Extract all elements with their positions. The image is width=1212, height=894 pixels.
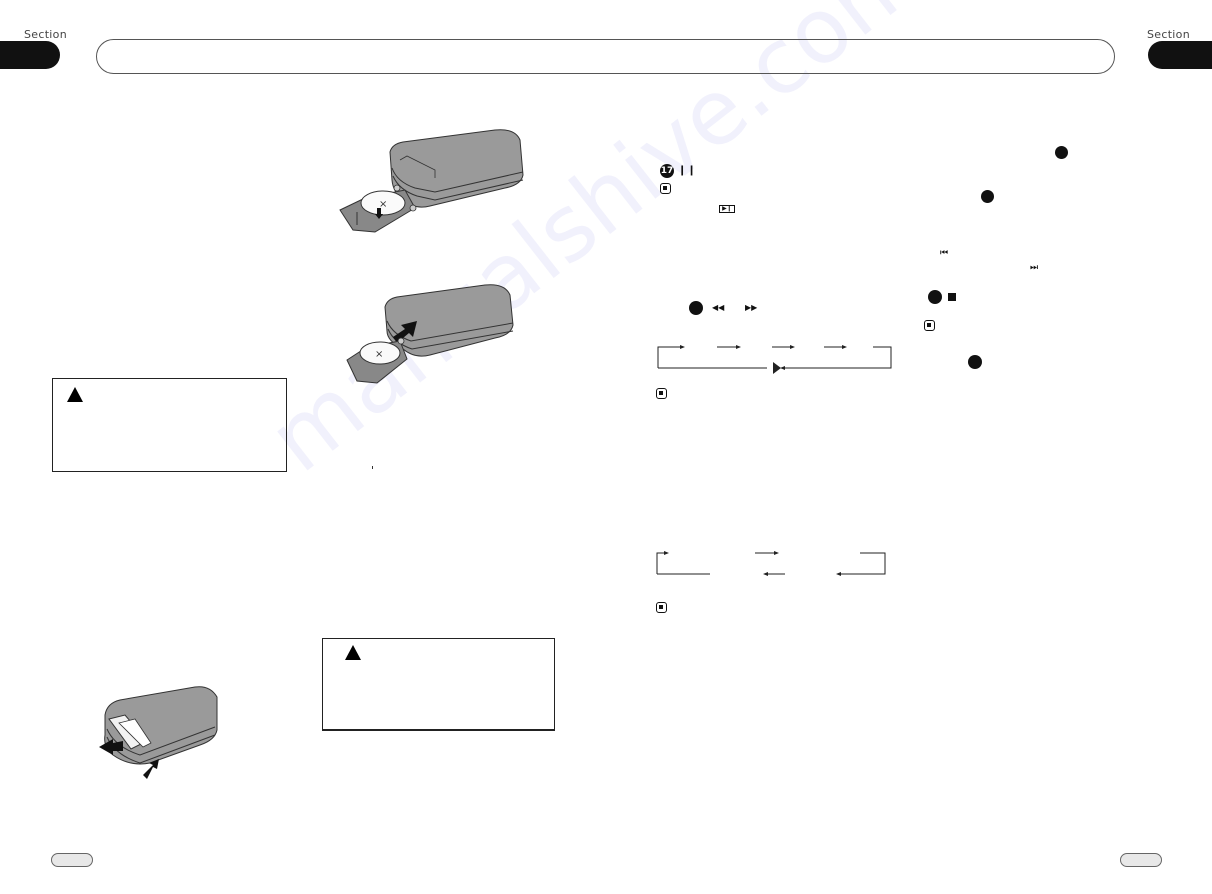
remote-battery-insert-illustration: × (339, 129, 524, 233)
play-icon (773, 362, 781, 374)
fast-forward-icon: ▶▶ (745, 303, 758, 312)
arrow-head (790, 345, 795, 349)
bullet-icon (968, 355, 982, 369)
speed-cycle-diagram (657, 345, 892, 374)
pause-icon: ❙❙ (678, 165, 697, 176)
remote-tray-reinsert-illustration: × (346, 284, 514, 384)
bullet-icon (689, 301, 703, 315)
arrow-head (774, 551, 779, 555)
warning-triangle-icon (67, 387, 83, 402)
page-title-bar (96, 39, 1115, 74)
warning-triangle-icon (345, 645, 361, 660)
note-icon (656, 602, 667, 613)
warning-box-left (52, 378, 287, 472)
skip-next-icon: ⏭ (1030, 263, 1039, 273)
section-tab-left (0, 41, 60, 69)
arrow-head (763, 572, 768, 576)
stray-mark (372, 466, 373, 469)
arrow-head (736, 345, 741, 349)
arrow-head (664, 551, 669, 555)
warning-box-middle (322, 638, 555, 731)
bullet-icon (1055, 146, 1068, 159)
remote-battery-tray-removal-illustration (99, 686, 218, 779)
cycle-line (657, 346, 682, 368)
section-tab-right (1148, 41, 1212, 69)
svg-text:×: × (375, 349, 383, 360)
section-label-left: Section (24, 28, 67, 41)
bullet-icon (928, 290, 942, 304)
stop-icon (948, 293, 956, 301)
note-icon (656, 388, 667, 399)
arrow-head (836, 572, 841, 576)
bullet-icon (981, 190, 994, 203)
page-number-right (1120, 853, 1162, 867)
play-pause-icon: ▶❙ (719, 205, 735, 213)
skip-previous-icon: ⏮ (940, 248, 949, 258)
rewind-icon: ◀◀ (712, 303, 725, 312)
note-icon (924, 320, 935, 331)
mode-cycle-diagram (656, 551, 886, 576)
arrow-head (680, 345, 685, 349)
item-number-badge: 17 (660, 164, 674, 178)
note-icon (660, 183, 671, 194)
page-number-left (51, 853, 93, 867)
arrow-head (842, 345, 847, 349)
section-label-right: Section (1147, 28, 1190, 41)
